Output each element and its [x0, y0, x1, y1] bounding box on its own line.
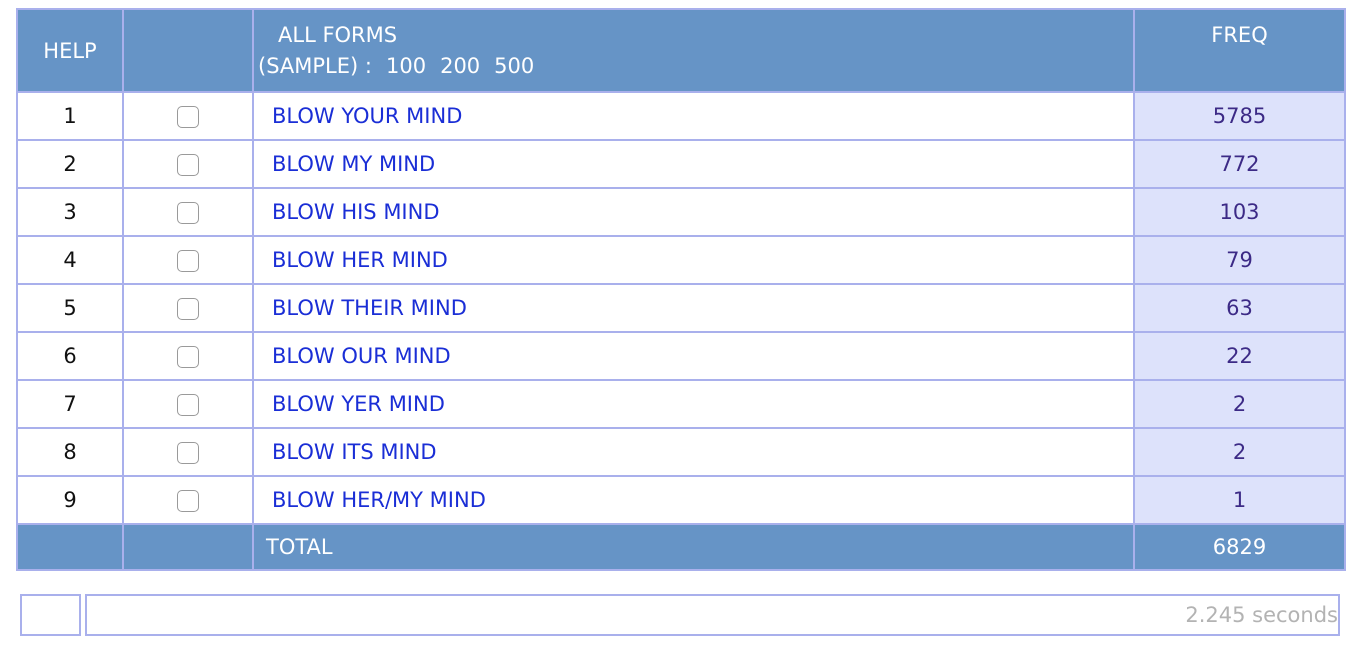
- table-row: 7 BLOW YER MIND 2: [16, 379, 1346, 429]
- form-link[interactable]: BLOW YER MIND: [272, 392, 445, 416]
- total-label: TOTAL: [252, 523, 1135, 571]
- row-checkbox[interactable]: [177, 346, 199, 368]
- sample-200-link[interactable]: 200: [440, 54, 480, 78]
- row-number: 7: [16, 379, 124, 429]
- form-link[interactable]: BLOW THEIR MIND: [272, 296, 467, 320]
- table-row: 5 BLOW THEIR MIND 63: [16, 283, 1346, 333]
- timing-cell: 2.245 seconds: [85, 594, 1340, 636]
- table-row: 1 BLOW YOUR MIND 5785: [16, 91, 1346, 141]
- table-row: 2 BLOW MY MIND 772: [16, 139, 1346, 189]
- form-link[interactable]: BLOW YOUR MIND: [272, 104, 462, 128]
- freq-value: 772: [1133, 139, 1346, 189]
- results-table: HELP ALL FORMS (SAMPLE) :100 200 500 FREQ …: [16, 8, 1346, 571]
- table-row: 8 BLOW ITS MIND 2: [16, 427, 1346, 477]
- row-number: 6: [16, 331, 124, 381]
- row-number: 2: [16, 139, 124, 189]
- footer-left-cell: [20, 594, 81, 636]
- row-checkbox[interactable]: [177, 442, 199, 464]
- freq-value: 2: [1133, 427, 1346, 477]
- freq-value: 2: [1133, 379, 1346, 429]
- row-checkbox[interactable]: [177, 298, 199, 320]
- form-link[interactable]: BLOW HER MIND: [272, 248, 448, 272]
- checkbox-header: [122, 8, 254, 93]
- form-link[interactable]: BLOW HIS MIND: [272, 200, 440, 224]
- row-number: 1: [16, 91, 124, 141]
- timing-text: 2.245 seconds: [1185, 603, 1338, 627]
- row-number: 3: [16, 187, 124, 237]
- form-link[interactable]: BLOW MY MIND: [272, 152, 435, 176]
- help-label[interactable]: HELP: [43, 39, 96, 63]
- row-number: 5: [16, 283, 124, 333]
- form-link[interactable]: BLOW ITS MIND: [272, 440, 437, 464]
- row-checkbox[interactable]: [177, 154, 199, 176]
- freq-value: 1: [1133, 475, 1346, 525]
- sample-100-link[interactable]: 100: [386, 54, 426, 78]
- table-row: 3 BLOW HIS MIND 103: [16, 187, 1346, 237]
- table-row: 9 BLOW HER/MY MIND 1: [16, 475, 1346, 525]
- table-row: 6 BLOW OUR MIND 22: [16, 331, 1346, 381]
- total-value: 6829: [1133, 523, 1346, 571]
- sample-selector: (SAMPLE) : 100 200 500: [258, 50, 1133, 82]
- freq-value: 22: [1133, 331, 1346, 381]
- form-link[interactable]: BLOW OUR MIND: [272, 344, 451, 368]
- row-checkbox[interactable]: [177, 490, 199, 512]
- freq-header[interactable]: FREQ: [1133, 8, 1346, 93]
- sample-label: (SAMPLE) :: [258, 54, 372, 78]
- form-link[interactable]: BLOW HER/MY MIND: [272, 488, 486, 512]
- row-number: 9: [16, 475, 124, 525]
- table-row: 4 BLOW HER MIND 79: [16, 235, 1346, 285]
- row-number: 4: [16, 235, 124, 285]
- row-checkbox[interactable]: [177, 250, 199, 272]
- row-checkbox[interactable]: [177, 394, 199, 416]
- freq-value: 5785: [1133, 91, 1346, 141]
- row-checkbox[interactable]: [177, 202, 199, 224]
- freq-label[interactable]: FREQ: [1211, 23, 1267, 47]
- freq-value: 79: [1133, 235, 1346, 285]
- all-forms-title: ALL FORMS: [278, 23, 398, 47]
- row-number: 8: [16, 427, 124, 477]
- row-checkbox[interactable]: [177, 106, 199, 128]
- freq-value: 103: [1133, 187, 1346, 237]
- help-header[interactable]: HELP: [16, 8, 124, 93]
- sample-500-link[interactable]: 500: [494, 54, 534, 78]
- all-forms-header: ALL FORMS (SAMPLE) : 100 200 500: [252, 8, 1135, 93]
- header-row: HELP ALL FORMS (SAMPLE) : 100 200 500 FREQ: [16, 8, 1346, 93]
- freq-value: 63: [1133, 283, 1346, 333]
- total-row: TOTAL 6829: [16, 523, 1346, 571]
